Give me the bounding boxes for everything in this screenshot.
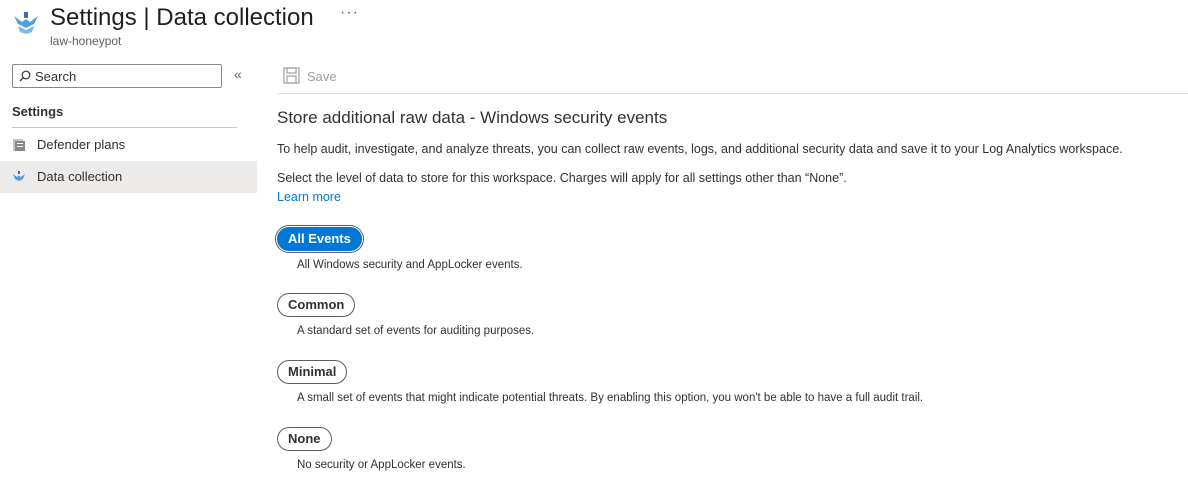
minimal-pill[interactable]: Minimal [277, 360, 348, 384]
select-level-text: Select the level of data to store for th… [277, 171, 847, 185]
sidebar-item-data-collection[interactable]: Data collection [0, 161, 257, 193]
sidebar-divider [12, 127, 237, 128]
none-pill[interactable]: None [277, 427, 332, 451]
sidebar-item-defender-plans[interactable]: Defender plans [0, 129, 257, 161]
toolbar: Save [277, 56, 1188, 94]
all-events-pill[interactable]: All Events [277, 227, 362, 251]
save-icon [283, 67, 300, 84]
data-collection-logo-icon [14, 12, 38, 34]
section-heading: Store additional raw data - Windows secu… [277, 108, 668, 127]
resource-name: law-honeypot [50, 34, 122, 48]
defender-plans-icon [13, 139, 25, 151]
search-input[interactable] [35, 67, 215, 85]
sidebar-item-label: Data collection [37, 169, 123, 184]
sidebar-item-label: Defender plans [37, 137, 126, 152]
save-label: Save [307, 69, 337, 84]
learn-more-link[interactable]: Learn more [277, 190, 341, 204]
sidebar: « Settings Defender plans Data collectio… [0, 56, 257, 492]
option-description: All Windows security and AppLocker event… [297, 259, 523, 271]
page-header: Settings | Data collection ··· law-honey… [0, 0, 1188, 56]
common-pill[interactable]: Common [277, 293, 356, 317]
collapse-sidebar-button[interactable]: « [234, 66, 242, 82]
search-box[interactable] [12, 64, 222, 88]
page-title: Settings | Data collection [50, 4, 314, 31]
data-collection-icon [13, 171, 25, 181]
search-icon [19, 70, 31, 82]
description-text: To help audit, investigate, and analyze … [277, 142, 1123, 156]
option-description: A small set of events that might indicat… [297, 392, 924, 404]
option-description: A standard set of events for auditing pu… [297, 325, 535, 337]
sidebar-section-title: Settings [12, 104, 64, 119]
more-options-button[interactable]: ··· [340, 4, 359, 22]
option-description: No security or AppLocker events. [297, 459, 466, 471]
